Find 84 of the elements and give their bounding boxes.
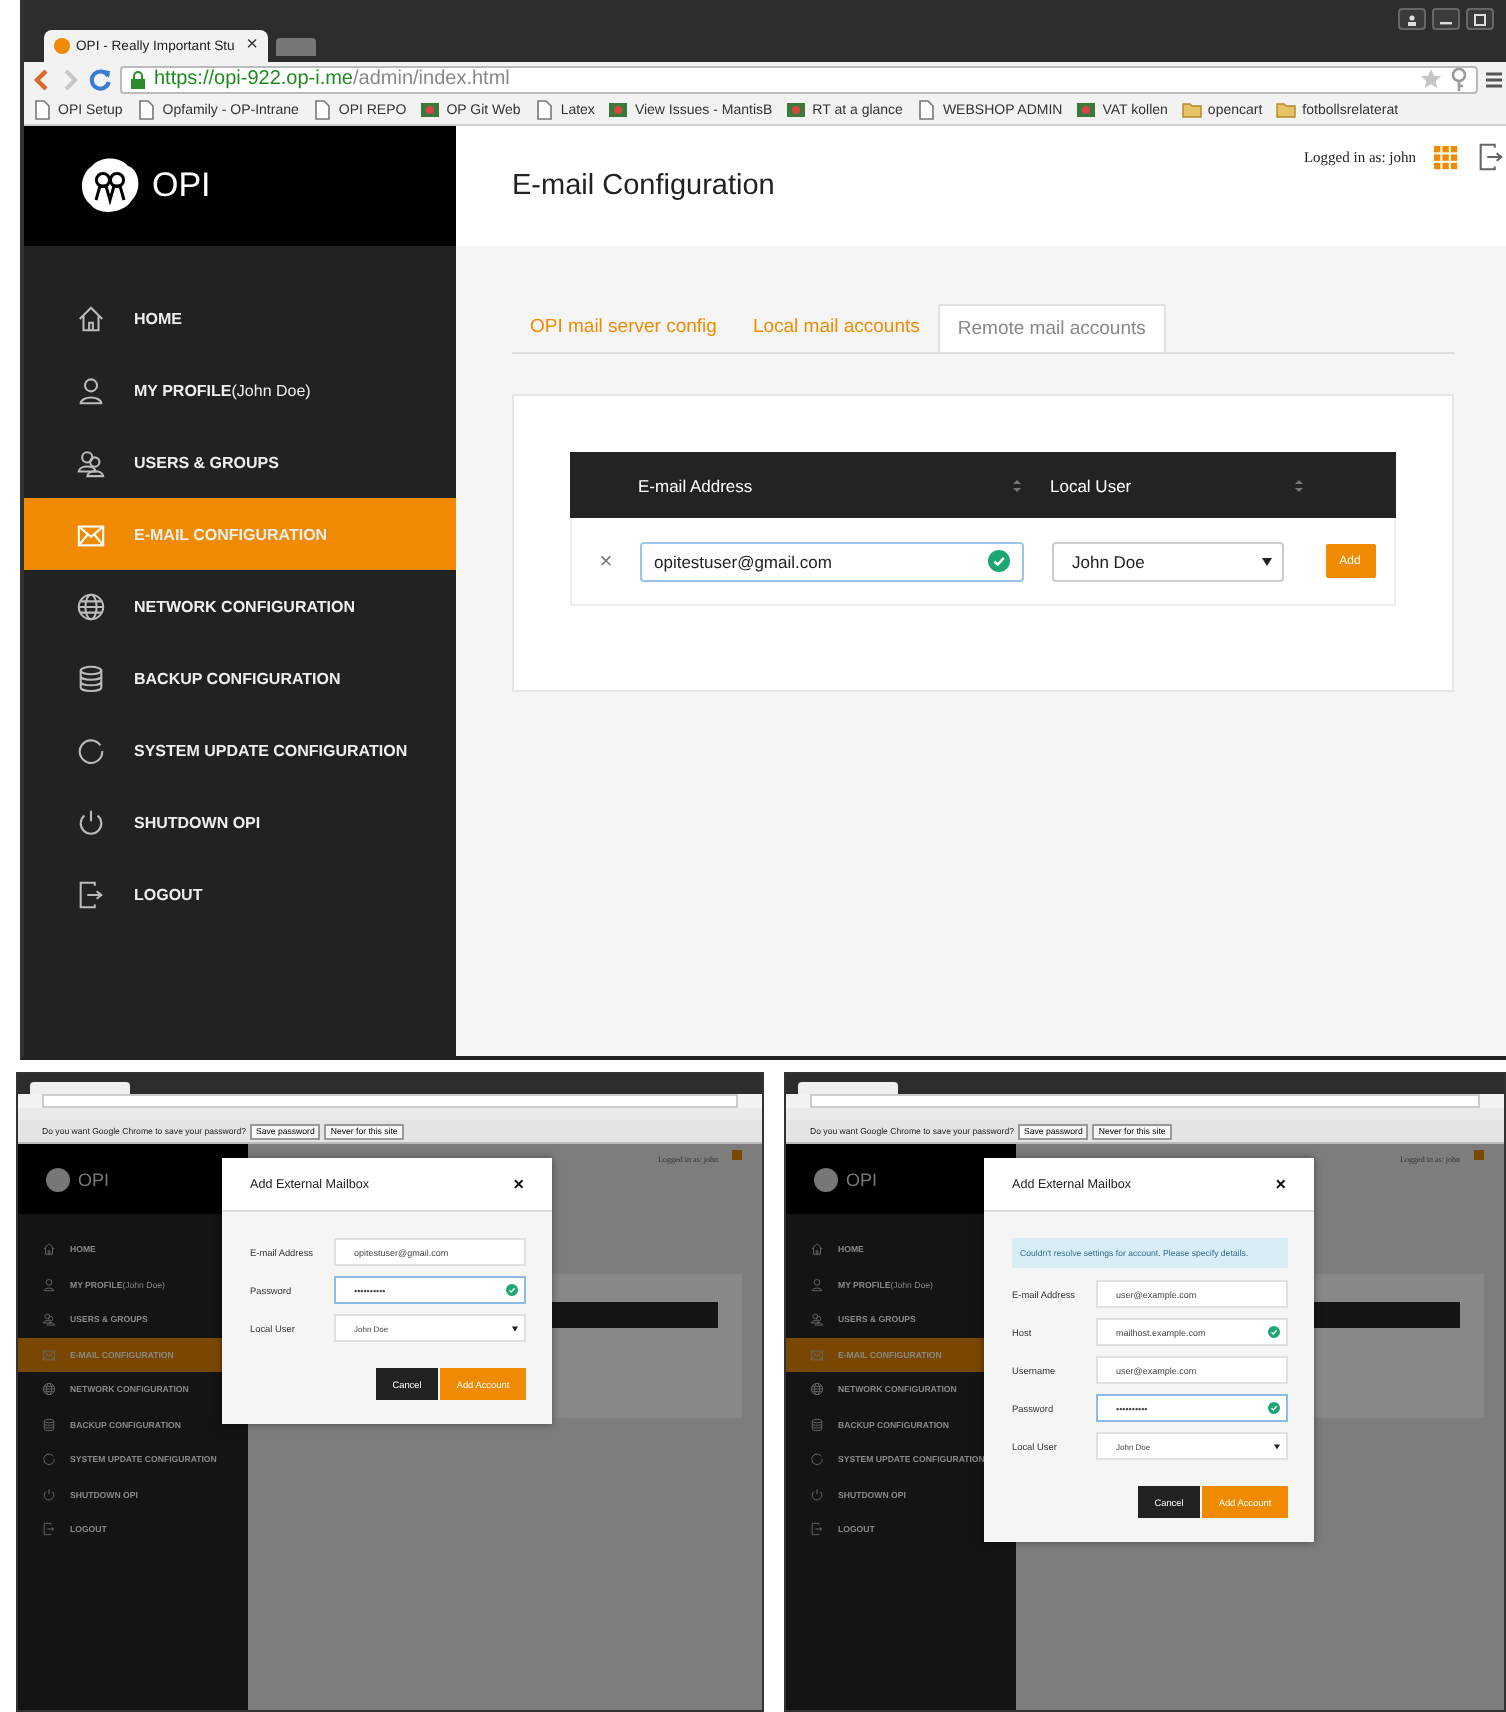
caret-icon xyxy=(1274,1443,1280,1449)
maximize-button[interactable] xyxy=(1466,8,1494,30)
menu-icon[interactable] xyxy=(1486,69,1502,89)
house-icon xyxy=(810,1242,824,1257)
star-icon[interactable] xyxy=(1420,68,1442,90)
envelope-icon xyxy=(42,1347,56,1362)
page-icon xyxy=(534,100,555,120)
forward-icon[interactable] xyxy=(60,67,80,91)
nav-item[interactable]: SHUTDOWN OPI xyxy=(24,786,456,858)
nav-item[interactable]: USERS & GROUPS xyxy=(24,426,456,498)
site-icon xyxy=(1076,100,1097,120)
nav-item[interactable]: HOME xyxy=(24,282,456,354)
close-button[interactable]: × xyxy=(1275,1174,1286,1194)
page-icon xyxy=(916,100,937,120)
sort-icon[interactable] xyxy=(1294,477,1304,493)
address-field[interactable]: https://opi-922.op-i.me/admin/index.html xyxy=(120,65,1478,93)
person-icon xyxy=(76,375,106,405)
user-select[interactable]: John Doe xyxy=(1052,541,1284,581)
house-icon xyxy=(76,303,106,333)
globe-icon xyxy=(810,1382,824,1397)
maximize-icon xyxy=(1474,13,1486,25)
nav-item[interactable]: SYSTEM UPDATE CONFIGURATION xyxy=(24,714,456,786)
close-button[interactable]: × xyxy=(513,1174,524,1194)
database-icon xyxy=(42,1417,56,1432)
people-icon xyxy=(810,1312,824,1327)
people-icon xyxy=(76,447,106,477)
power-icon xyxy=(42,1487,56,1502)
logo-icon xyxy=(814,1167,838,1191)
minimize-button[interactable] xyxy=(1432,8,1460,30)
house-icon xyxy=(42,1242,56,1257)
person-icon xyxy=(810,1277,824,1292)
check-icon xyxy=(506,1284,518,1296)
close-tab-button[interactable]: × xyxy=(246,36,258,56)
people-icon xyxy=(42,1312,56,1327)
database-icon xyxy=(810,1417,824,1432)
grid-icon[interactable] xyxy=(1434,145,1458,169)
page-title: E-mail Configuration xyxy=(512,170,775,202)
site-icon xyxy=(420,100,441,120)
envelope-icon xyxy=(810,1347,824,1362)
globe-icon xyxy=(76,591,106,621)
profile-button[interactable] xyxy=(1398,8,1426,30)
reload-icon[interactable] xyxy=(88,67,112,91)
logo-icon xyxy=(46,1167,70,1191)
column-header: E-mail Address xyxy=(638,475,753,495)
folder-icon xyxy=(1181,100,1202,120)
remove-button[interactable]: × xyxy=(599,549,613,573)
database-icon xyxy=(76,663,106,693)
logout-icon xyxy=(76,879,106,909)
tab[interactable]: Remote mail accounts xyxy=(937,304,1166,352)
nav-item[interactable]: BACKUP CONFIGURATION xyxy=(24,642,456,714)
site-icon xyxy=(608,100,629,120)
page-icon xyxy=(136,100,157,120)
person-icon xyxy=(1406,13,1418,25)
sort-icon[interactable] xyxy=(1012,477,1022,493)
power-icon xyxy=(810,1487,824,1502)
lock-icon xyxy=(130,69,146,89)
folder-icon xyxy=(1276,100,1297,120)
nav-item[interactable]: NETWORK CONFIGURATION xyxy=(24,570,456,642)
column-header: Local User xyxy=(1050,475,1132,495)
power-icon xyxy=(76,807,106,837)
logout-icon xyxy=(42,1522,56,1537)
globe-icon xyxy=(42,1382,56,1397)
logo-text: OPI xyxy=(846,1169,878,1189)
nav-item[interactable]: LOGOUT xyxy=(24,858,456,930)
back-icon[interactable] xyxy=(32,67,52,91)
check-icon xyxy=(988,550,1010,572)
address-field[interactable] xyxy=(810,1094,1480,1108)
page-icon xyxy=(32,100,52,120)
caret-icon xyxy=(1262,557,1272,565)
page-icon xyxy=(312,100,333,120)
email-field[interactable]: opitestuser@gmail.com xyxy=(640,541,1024,581)
nav-item[interactable]: MY PROFILE(John Doe) xyxy=(24,354,456,426)
favicon-icon xyxy=(54,38,70,54)
check-icon xyxy=(1268,1326,1280,1338)
logo-text: OPI xyxy=(152,166,211,206)
site-icon xyxy=(786,100,807,120)
logo-text: OPI xyxy=(78,1169,110,1189)
address-field[interactable] xyxy=(42,1094,738,1108)
logout-icon xyxy=(810,1522,824,1537)
key-icon[interactable] xyxy=(1450,67,1468,91)
logo-icon xyxy=(80,158,140,214)
person-icon xyxy=(42,1277,56,1292)
logout-icon xyxy=(1476,142,1506,172)
check-icon xyxy=(1268,1402,1280,1414)
